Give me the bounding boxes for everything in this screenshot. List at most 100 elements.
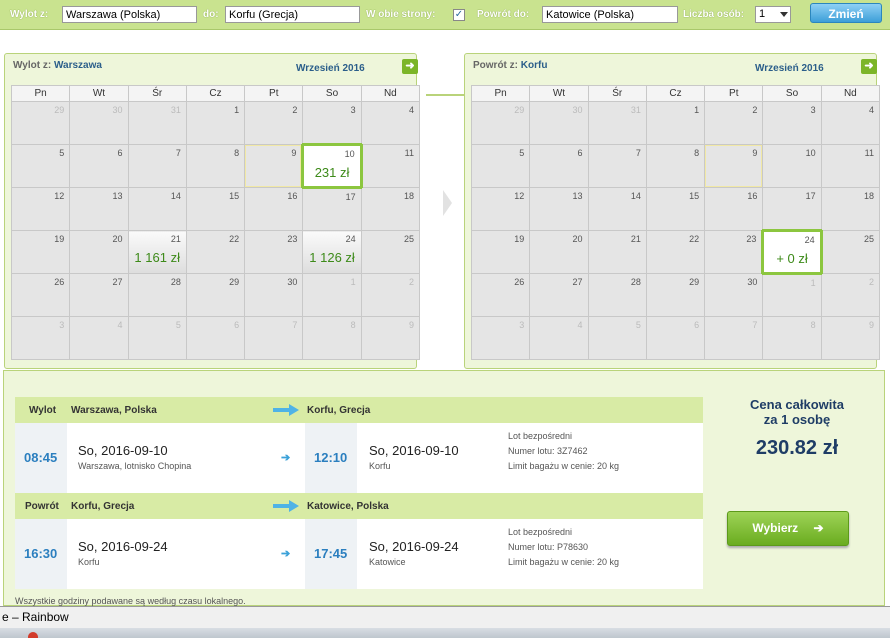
- calendar-day[interactable]: 19: [470, 230, 531, 274]
- calendar-day[interactable]: 23: [704, 230, 764, 274]
- calendar-day-with-price[interactable]: 24 1 126 zł: [302, 230, 362, 274]
- calendar-day[interactable]: 26: [470, 273, 531, 317]
- calendar-day[interactable]: 25: [360, 230, 421, 274]
- calendar-day[interactable]: 2: [704, 101, 764, 145]
- calendar-day[interactable]: 11: [360, 144, 421, 188]
- calendar-day[interactable]: 8: [185, 144, 246, 188]
- calendar-day[interactable]: 19: [10, 230, 71, 274]
- calendar-day[interactable]: 16: [244, 187, 304, 231]
- day-number: 4: [577, 320, 583, 330]
- day-number: 24: [345, 234, 356, 244]
- calendar-day[interactable]: 27: [529, 273, 589, 317]
- calendar-day[interactable]: 3: [762, 101, 822, 145]
- calendar-day[interactable]: 1: [185, 101, 246, 145]
- calendar-day[interactable]: 7: [587, 144, 647, 188]
- calendar-day[interactable]: 4: [820, 101, 881, 145]
- calendar-day[interactable]: 30: [704, 273, 764, 317]
- calendar-day[interactable]: 9: [244, 144, 304, 188]
- day-number: 25: [403, 234, 414, 244]
- calendar-day[interactable]: 7: [127, 144, 187, 188]
- calendar-day[interactable]: 6: [69, 144, 129, 188]
- calendar-day-with-price[interactable]: 10 231 zł: [301, 143, 363, 189]
- calendar-day[interactable]: 4: [360, 101, 421, 145]
- calendar-grid: Pn Wt Śr Cz Pt So Nd 29 30 31 1 2 3 4 5 6 7 8 9 10 231 zł 11 1…: [10, 85, 421, 360]
- calendar-day[interactable]: 12: [470, 187, 531, 231]
- calendar-day[interactable]: 30: [244, 273, 304, 317]
- select-button[interactable]: Wybierz ➔: [727, 511, 849, 546]
- calendar-day-with-price[interactable]: 21 1 161 zł: [127, 230, 187, 274]
- day-number: 31: [630, 105, 641, 115]
- calendar-day[interactable]: 22: [645, 230, 706, 274]
- day-price: + 0 zł: [776, 251, 808, 266]
- app-icon[interactable]: [28, 632, 38, 638]
- arrival-place: Katowice: [369, 557, 406, 567]
- day-number: 31: [170, 105, 181, 115]
- calendar-day[interactable]: 28: [587, 273, 647, 317]
- calendar-day[interactable]: 17: [302, 187, 362, 231]
- calendar-day[interactable]: 12: [10, 187, 71, 231]
- arrow-right-icon[interactable]: ➜: [861, 59, 877, 74]
- calendar-day[interactable]: 29: [645, 273, 706, 317]
- calendar-day[interactable]: 6: [529, 144, 589, 188]
- calendar-day[interactable]: 14: [587, 187, 647, 231]
- calendar-day[interactable]: 5: [10, 144, 71, 188]
- day-number: 29: [54, 105, 65, 115]
- change-button[interactable]: Zmień: [810, 3, 882, 23]
- calendar-day[interactable]: 28: [127, 273, 187, 317]
- return-input[interactable]: [542, 6, 678, 23]
- to-input[interactable]: [225, 6, 360, 23]
- calendar-day[interactable]: 8: [645, 144, 706, 188]
- arrow-right-icon: [273, 500, 299, 512]
- day-number: 16: [747, 191, 758, 201]
- calendar-day[interactable]: 1: [645, 101, 706, 145]
- calendar-day[interactable]: 20: [69, 230, 129, 274]
- calendar-day[interactable]: 3: [302, 101, 362, 145]
- calendar-day[interactable]: 16: [704, 187, 764, 231]
- calendar-day[interactable]: 2: [244, 101, 304, 145]
- weekday-label: Pt: [704, 85, 764, 102]
- arrow-right-icon[interactable]: ➜: [402, 59, 418, 74]
- calendar-day[interactable]: 17: [762, 187, 822, 231]
- calendar-day[interactable]: 5: [470, 144, 531, 188]
- day-number: 9: [408, 320, 414, 330]
- return-calendar: Powrót z: Korfu Wrzesień 2016 ➜ Pn Wt Śr Cz…: [464, 53, 881, 369]
- roundtrip-checkbox[interactable]: ✓: [453, 9, 465, 21]
- calendar-day-with-price[interactable]: 24 + 0 zł: [761, 229, 823, 275]
- calendar-day[interactable]: 23: [244, 230, 304, 274]
- calendar-day[interactable]: 26: [10, 273, 71, 317]
- day-number: 30: [747, 277, 758, 287]
- day-number: 20: [112, 234, 123, 244]
- day-number: 2: [752, 105, 758, 115]
- calendar-day: 7: [244, 316, 304, 360]
- calendar-day[interactable]: 13: [529, 187, 589, 231]
- calendar-day[interactable]: 9: [704, 144, 764, 188]
- calendar-day[interactable]: 27: [69, 273, 129, 317]
- from-input[interactable]: [62, 6, 197, 23]
- calendar-day[interactable]: 20: [529, 230, 589, 274]
- calendar-day[interactable]: 22: [185, 230, 246, 274]
- day-number: 4: [117, 320, 123, 330]
- local-time-note: Wszystkie godziny podawane są według cza…: [15, 596, 246, 606]
- flight-type: Lot bezpośredni: [508, 527, 573, 537]
- weekday-header-row: Pn Wt Śr Cz Pt So Nd: [10, 85, 421, 102]
- calendar-day[interactable]: 15: [185, 187, 246, 231]
- day-number: 29: [514, 105, 525, 115]
- calendar-day[interactable]: 11: [820, 144, 881, 188]
- calendar-week-row: 26 27 28 29 30 1 2: [470, 273, 881, 317]
- calendar-day[interactable]: 10: [762, 144, 822, 188]
- day-number: 19: [54, 234, 65, 244]
- flight-number: Numer lotu: 3Z7462: [508, 446, 588, 456]
- calendar-day[interactable]: 21: [587, 230, 647, 274]
- persons-select[interactable]: 1: [755, 6, 791, 23]
- calendar-day[interactable]: 14: [127, 187, 187, 231]
- day-number: 18: [863, 191, 874, 201]
- calendar-day[interactable]: 25: [820, 230, 881, 274]
- calendar-day[interactable]: 15: [645, 187, 706, 231]
- calendar-day: 4: [529, 316, 589, 360]
- day-number: 16: [287, 191, 298, 201]
- calendar-day[interactable]: 18: [360, 187, 421, 231]
- calendar-day[interactable]: 18: [820, 187, 881, 231]
- day-number: 21: [170, 234, 181, 244]
- calendar-day[interactable]: 13: [69, 187, 129, 231]
- calendar-day[interactable]: 29: [185, 273, 246, 317]
